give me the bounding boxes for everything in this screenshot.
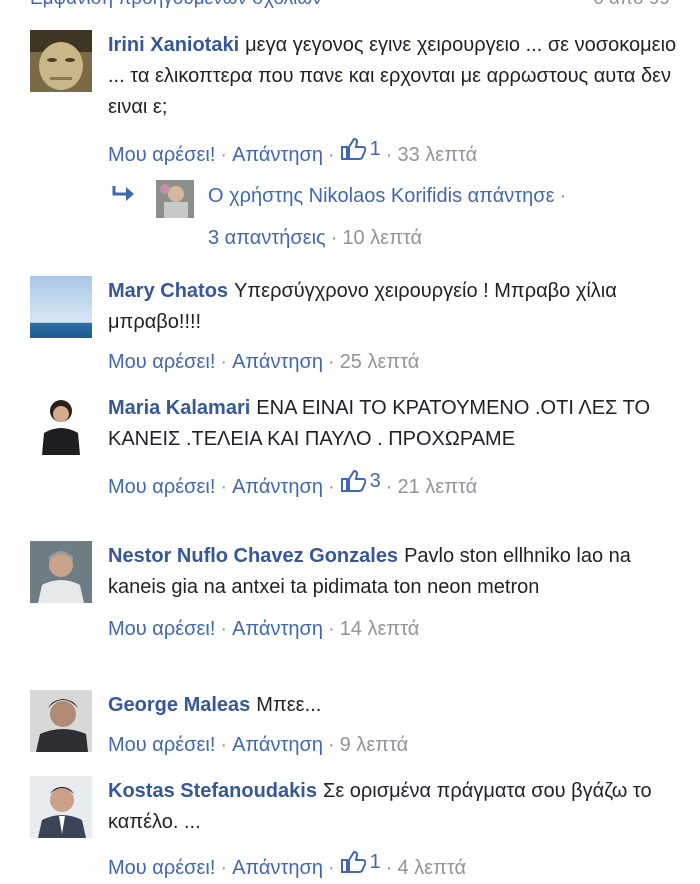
separator: · [328,144,335,166]
thumbs-up-icon [340,469,366,492]
like-link[interactable]: Μου αρέσει! [108,476,215,498]
separator: · [385,476,393,498]
comment-actions: Μου αρέσει! · Απάντηση · 14 λεπτά [108,613,678,645]
reply-link[interactable]: Απάντηση [232,618,323,640]
reply-summary-text[interactable]: Ο χρήστης Nikolaos Korifidis απάντησε · [208,180,571,212]
comment-time[interactable]: 33 λεπτά [397,144,477,166]
like-count-value: 3 [369,470,381,492]
comment-actions: Μου αρέσει! · Απάντηση · 1 · 4 λεπτά [108,846,678,879]
avatar[interactable] [30,541,92,603]
comment-time[interactable]: 9 λεπτά [340,734,409,756]
comment-time[interactable]: 14 λεπτά [340,618,420,640]
thumbs-up-icon [340,850,366,873]
separator: · [220,144,228,166]
reply-count-link[interactable]: 3 απαντήσεις [208,227,326,249]
reply-time[interactable]: 10 λεπτά [342,227,422,249]
reply-link[interactable]: Απάντηση [232,144,323,166]
comment-author[interactable]: George Maleas [108,694,250,716]
separator: · [220,476,228,498]
avatar[interactable] [30,776,92,838]
thumbs-up-icon [340,137,366,160]
avatar[interactable] [30,393,92,455]
avatar[interactable] [30,276,92,338]
separator: · [220,734,228,756]
reply-avatar[interactable] [156,180,194,218]
separator: · [328,476,335,498]
like-link[interactable]: Μου αρέσει! [108,351,215,373]
like-count[interactable]: 3 [340,465,381,497]
reply-link[interactable]: Απάντηση [232,734,323,756]
comment-author[interactable]: Mary Chatos [108,280,228,302]
comment-actions: Μου αρέσει! · Απάντηση · 3 · 21 λεπτά [108,465,678,498]
like-count-value: 1 [369,851,381,873]
reply-arrow-icon [112,186,134,201]
like-count-value: 1 [369,138,381,160]
show-previous-comments-link[interactable]: Εμφάνιση προηγούμενων σχολίων [30,0,322,10]
separator: · [328,734,335,756]
comment-actions: Μου αρέσει! · Απάντηση · 9 λεπτά [108,729,678,761]
avatar[interactable] [30,30,92,92]
separator: · [220,618,228,640]
separator: · [559,185,567,207]
comment-author[interactable]: Irini Xaniotaki [108,34,239,56]
comment-actions: Μου αρέσει! · Απάντηση · 1 · 33 λεπτά [108,133,678,166]
separator: · [220,351,228,373]
like-link[interactable]: Μου αρέσει! [108,618,215,640]
previous-comments-bar: Εμφάνιση προηγούμενων σχολίων 6 από 99 [30,0,670,14]
comment-time[interactable]: 25 λεπτά [340,351,420,373]
like-link[interactable]: Μου αρέσει! [108,734,215,756]
comment-text: Μπεε... [256,694,322,716]
comment-actions: Μου αρέσει! · Απάντηση · 25 λεπτά [108,346,678,378]
like-count[interactable]: 1 [340,133,381,165]
comment-time[interactable]: 21 λεπτά [397,476,477,498]
avatar[interactable] [30,690,92,752]
reply-summary[interactable]: Ο χρήστης Nikolaos Korifidis απάντησε · 3… [112,180,672,256]
like-count[interactable]: 1 [340,846,381,878]
reply-link[interactable]: Απάντηση [232,476,323,498]
reply-summary-author: Ο χρήστης Nikolaos Korifidis απάντησε [208,185,555,207]
separator: · [385,144,393,166]
comment-author[interactable]: Kostas Stefanoudakis [108,780,317,802]
comment-author[interactable]: Maria Kalamari [108,397,250,419]
separator: · [328,618,335,640]
comment-count: 6 από 99 [593,0,670,10]
reply-link[interactable]: Απάντηση [232,351,323,373]
comment-author[interactable]: Nestor Nuflo Chavez Gonzales [108,545,398,567]
separator: · [328,351,335,373]
separator: · [330,227,338,249]
like-link[interactable]: Μου αρέσει! [108,144,215,166]
